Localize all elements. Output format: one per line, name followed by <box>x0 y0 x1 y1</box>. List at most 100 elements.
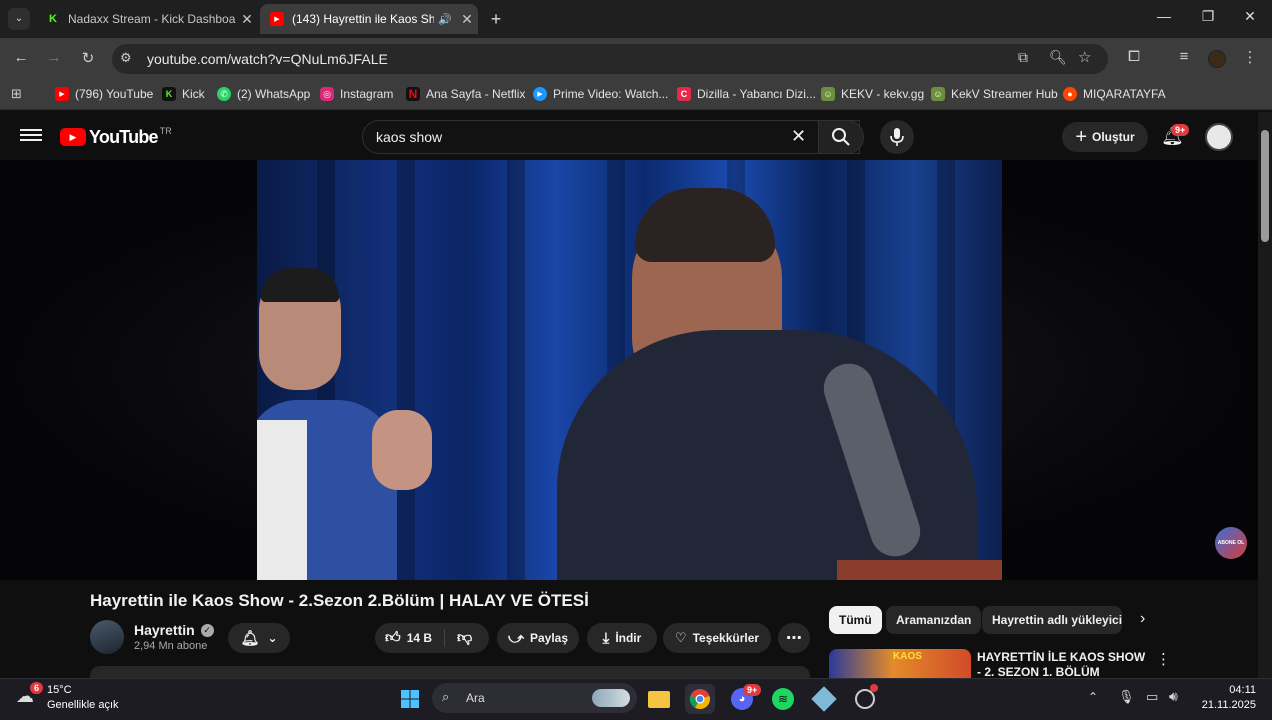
bookmark-kick[interactable]: K Kick <box>162 86 205 102</box>
logo-text: YouTube <box>89 126 159 147</box>
search-input[interactable]: kaos show <box>376 129 442 145</box>
clock[interactable]: 04:11 21.11.2025 <box>1196 684 1256 711</box>
voice-search-button[interactable] <box>880 120 914 154</box>
new-tab-button[interactable]: + <box>486 8 506 30</box>
profile-avatar[interactable] <box>1208 50 1226 68</box>
bookmark-label: MIQARATAYFA <box>1083 87 1166 101</box>
app-cube-icon[interactable] <box>809 684 839 714</box>
tray-overflow-icon[interactable]: ⌃ <box>1088 690 1098 704</box>
chip-all[interactable]: Tümü <box>829 606 882 634</box>
tab-close-icon[interactable]: ✕ <box>456 11 478 28</box>
suggestion-menu-icon[interactable]: ⋮ <box>1156 650 1171 668</box>
create-button[interactable]: + Oluştur <box>1062 122 1148 152</box>
kekv-hub-icon: ☺ <box>931 87 945 101</box>
windows-start-icon[interactable] <box>395 684 425 714</box>
chips-next-icon[interactable]: › <box>1140 610 1145 628</box>
file-explorer-icon[interactable] <box>644 684 674 714</box>
bookmark-label: Ana Sayfa - Netflix <box>426 87 526 101</box>
tab-close-icon[interactable]: ✕ <box>236 11 258 28</box>
chrome-icon[interactable] <box>685 684 715 714</box>
channel-name[interactable]: Hayrettin ✓ <box>134 622 214 638</box>
media-controls-icon[interactable]: ≡ <box>1174 48 1194 65</box>
forward-icon[interactable]: → <box>43 49 65 66</box>
share-button[interactable]: ⤻ Paylaş <box>497 623 579 653</box>
url-text[interactable]: youtube.com/watch?v=QNuLm6JFALE <box>147 51 388 67</box>
dislike-button[interactable]: 👎︎ <box>445 629 472 647</box>
person-right-hair <box>635 188 775 262</box>
chip-label: Hayrettin adlı yükleyiciden <box>992 613 1122 627</box>
thanks-icon: ♡ <box>674 630 687 645</box>
app-notification-dot <box>870 684 878 692</box>
channel-avatar[interactable] <box>90 620 124 654</box>
weather-widget[interactable]: ☁ 6 15°C Genellikle açık <box>16 682 136 716</box>
bookmark-instagram[interactable]: ◎ Instagram <box>320 86 393 102</box>
youtube-icon: ▶ <box>270 12 284 26</box>
suggestion-title[interactable]: HAYRETTİN İLE KAOS SHOW - 2. SEZON 1. BÖ… <box>977 650 1149 678</box>
tray-volume-icon[interactable]: 🔊︎ <box>1169 688 1178 705</box>
create-label: Oluştur <box>1092 130 1135 144</box>
tab-search-button[interactable]: ⌄ <box>8 8 30 30</box>
search-box[interactable]: kaos show ✕ <box>362 120 860 154</box>
thumbnail-text: KAOS <box>893 651 922 662</box>
download-button[interactable]: ⤓ İndir <box>587 623 657 653</box>
chip-uploader[interactable]: Hayrettin adlı yükleyiciden <box>982 606 1122 634</box>
clock-time: 04:11 <box>1229 684 1256 696</box>
bookmark-youtube[interactable]: ▶ (796) YouTube <box>55 86 153 102</box>
back-icon[interactable]: ← <box>10 49 32 66</box>
tray-network-icon[interactable]: ▭ <box>1146 689 1158 705</box>
account-avatar[interactable] <box>1205 123 1233 151</box>
bookmark-dizilla[interactable]: C Dizilla - Yabancı Dizi... <box>677 86 816 102</box>
suggestion-thumbnail[interactable]: KAOS <box>829 649 971 678</box>
tab-title: (143) Hayrettin ile Kaos Show <box>292 12 435 26</box>
site-info-icon[interactable]: ⚙ <box>120 50 132 66</box>
spotify-icon[interactable]: ≋ <box>768 684 798 714</box>
youtube-icon: ▶ <box>55 87 69 101</box>
more-menu-icon[interactable]: ⋮ <box>1242 48 1258 66</box>
thumbs-down-icon: 👎︎ <box>457 629 473 646</box>
close-window-icon[interactable]: ✕ <box>1230 8 1270 30</box>
cast-icon[interactable]: ⧉ <box>1018 49 1028 66</box>
minimize-icon[interactable]: — <box>1144 8 1184 30</box>
youtube-logo[interactable]: ▶ YouTube TR <box>60 126 172 148</box>
bookmark-prime-video[interactable]: ▶ Prime Video: Watch... <box>533 86 668 102</box>
thanks-button[interactable]: ♡ Teşekkürler <box>663 623 771 653</box>
scrollbar-thumb[interactable] <box>1261 130 1269 242</box>
zoom-icon[interactable]: 🔍︎ <box>1049 49 1067 66</box>
chip-from-search[interactable]: Aramanızdan <box>886 606 982 634</box>
bookmark-kekv-hub[interactable]: ☺ KekV Streamer Hub <box>931 86 1058 102</box>
bookmark-whatsapp[interactable]: ✆ (2) WhatsApp <box>217 86 310 102</box>
tray-microphone-icon[interactable]: 🎙︎ <box>1118 689 1135 705</box>
bookmark-label: (796) YouTube <box>75 87 154 101</box>
weather-alert-badge: 6 <box>30 682 44 694</box>
subscribe-watermark[interactable]: ABONE OL <box>1215 527 1247 559</box>
kick-icon: K <box>162 87 176 101</box>
search-icon: ⌕ <box>442 689 450 704</box>
table-edge <box>837 560 1002 580</box>
bookmark-miqaratayfa[interactable]: ● MIQARATAYFA <box>1063 86 1166 102</box>
bookmark-label: Prime Video: Watch... <box>553 87 669 101</box>
like-button[interactable]: 👍︎ 14 B <box>375 629 445 647</box>
clear-search-icon[interactable]: ✕ <box>791 126 806 147</box>
hamburger-menu-icon[interactable] <box>20 126 42 144</box>
taskbar-search-box[interactable]: ⌕ Ara <box>432 683 637 713</box>
video-player[interactable] <box>257 160 1002 580</box>
apps-grid-icon[interactable]: ⊞ <box>11 86 22 102</box>
extensions-icon[interactable]: ⧠ <box>1124 48 1144 65</box>
thumbs-up-icon: 👍︎ <box>385 629 401 646</box>
restore-icon[interactable]: ❐ <box>1188 8 1228 30</box>
speaker-icon[interactable]: 🔊 <box>438 13 452 26</box>
bookmark-kekv[interactable]: ☺ KEKV - kekv.gg <box>821 86 924 102</box>
video-title: Hayrettin ile Kaos Show - 2.Sezon 2.Bölü… <box>90 591 589 610</box>
address-bar[interactable]: ⚙ youtube.com/watch?v=QNuLm6JFALE ⧉ 🔍︎ ☆ <box>112 44 1108 74</box>
bookmark-star-icon[interactable]: ☆ <box>1078 48 1091 66</box>
search-button[interactable] <box>818 120 864 154</box>
bookmark-netflix[interactable]: N Ana Sayfa - Netflix <box>406 86 525 102</box>
reload-icon[interactable]: ↻ <box>77 49 99 67</box>
tab-youtube-video[interactable]: ▶ (143) Hayrettin ile Kaos Show 🔊 ✕ <box>260 4 478 34</box>
subscriber-count: 2,94 Mn abone <box>134 640 208 652</box>
subscription-bell-button[interactable]: 🔔︎ ⌄ <box>228 623 290 653</box>
prime-video-icon: ▶ <box>533 87 547 101</box>
more-actions-button[interactable]: ⋯ <box>778 623 810 653</box>
tab-kick-dashboard[interactable]: K Nadaxx Stream - Kick Dashboard ✕ <box>36 4 258 34</box>
search-highlight-image <box>592 689 630 707</box>
